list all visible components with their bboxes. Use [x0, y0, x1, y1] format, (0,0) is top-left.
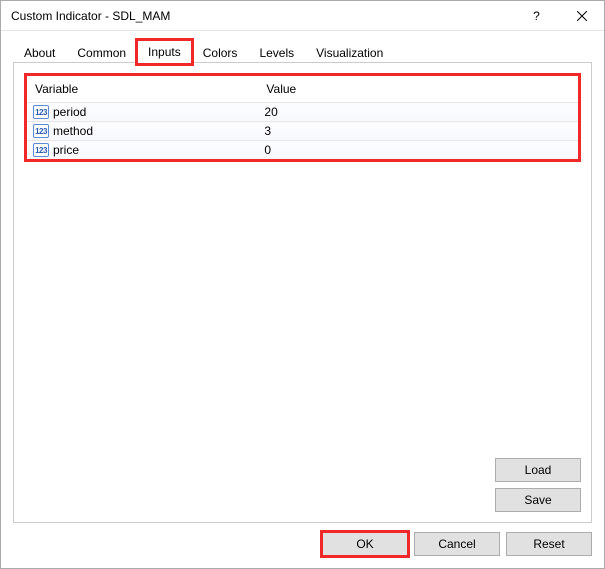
- tab-inputs[interactable]: Inputs: [137, 40, 192, 64]
- close-icon: [577, 11, 587, 21]
- ok-button[interactable]: OK: [322, 532, 408, 556]
- tab-visualization[interactable]: Visualization: [305, 41, 394, 64]
- help-icon: ?: [533, 9, 540, 23]
- integer-type-icon: 123: [33, 143, 49, 157]
- help-button[interactable]: ?: [514, 1, 559, 31]
- cancel-button[interactable]: Cancel: [414, 532, 500, 556]
- titlebar: Custom Indicator - SDL_MAM ?: [1, 1, 604, 31]
- tab-about[interactable]: About: [13, 41, 66, 64]
- column-header-variable[interactable]: Variable: [27, 76, 258, 103]
- table-row[interactable]: 123 method 3: [27, 122, 578, 141]
- variable-name: price: [53, 143, 79, 157]
- tab-panel-inputs: Variable Value 123 period 20: [13, 62, 592, 523]
- tab-common[interactable]: Common: [66, 41, 137, 64]
- variable-value[interactable]: 3: [258, 122, 578, 141]
- column-header-value[interactable]: Value: [258, 76, 578, 103]
- variable-name: period: [53, 105, 86, 119]
- integer-type-icon: 123: [33, 124, 49, 138]
- table-row[interactable]: 123 period 20: [27, 103, 578, 122]
- tab-levels[interactable]: Levels: [248, 41, 305, 64]
- reset-button[interactable]: Reset: [506, 532, 592, 556]
- load-button[interactable]: Load: [495, 458, 581, 482]
- integer-type-icon: 123: [33, 105, 49, 119]
- side-buttons: Load Save: [495, 458, 581, 512]
- dialog-buttons-row: OK Cancel Reset: [1, 532, 604, 568]
- parameters-box: Variable Value 123 period 20: [24, 73, 581, 162]
- close-button[interactable]: [559, 1, 604, 31]
- tab-colors[interactable]: Colors: [192, 41, 249, 64]
- table-row[interactable]: 123 price 0: [27, 141, 578, 160]
- tabs-row: About Common Inputs Colors Levels Visual…: [1, 31, 604, 63]
- save-button[interactable]: Save: [495, 488, 581, 512]
- window-title: Custom Indicator - SDL_MAM: [11, 9, 514, 23]
- variable-name: method: [53, 124, 93, 138]
- parameters-table: Variable Value 123 period 20: [27, 76, 578, 159]
- variable-value[interactable]: 0: [258, 141, 578, 160]
- variable-value[interactable]: 20: [258, 103, 578, 122]
- dialog-window: Custom Indicator - SDL_MAM ? About Commo…: [0, 0, 605, 569]
